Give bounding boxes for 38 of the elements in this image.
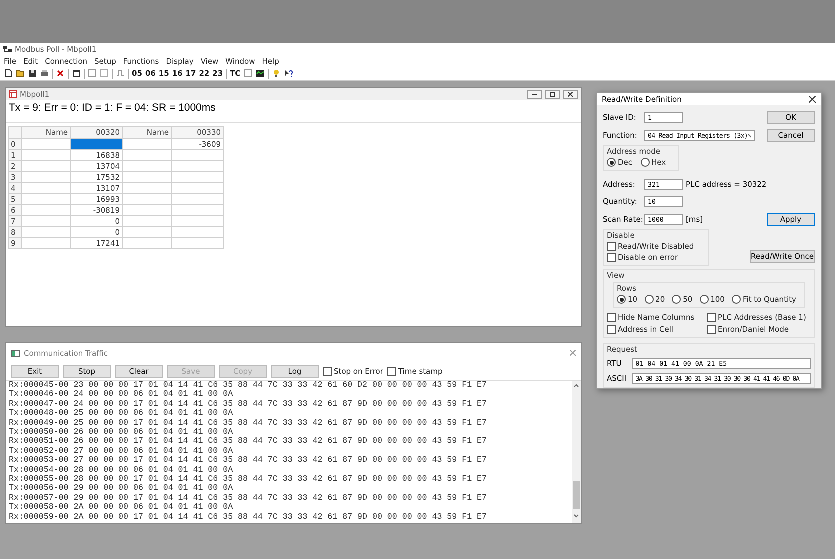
traffic-line: Rx:000053-00 27 00 00 00 17 01 04 14 41 C6 35 88 44 7C 33 33 42 61 87 9D 00 00 00 00 43 59 F1 E7 (9, 456, 488, 466)
close-icon[interactable] (56, 69, 65, 78)
traffic-line: Tx:000046-00 24 00 00 00 06 01 04 01 41 00 0A (9, 390, 234, 400)
traffic-line: Rx:000047-00 24 00 00 00 17 01 04 14 41 C6 35 88 44 7C 33 33 42 61 87 9D 00 00 00 00 43 59 F1 E7 (9, 400, 488, 410)
window-icon (11, 350, 20, 356)
pulse-icon[interactable] (116, 69, 125, 78)
app-logo-icon (3, 45, 12, 53)
traffic-line: Tx:000056-00 29 00 00 00 06 01 04 01 41 00 0A (9, 484, 234, 494)
traffic-line: Tx:000048-00 25 00 00 00 06 01 04 01 41 00 0A (9, 409, 234, 419)
traffic-line: Tx:000052-00 27 00 00 00 06 01 04 01 41 00 0A (9, 446, 234, 456)
close-icon[interactable] (809, 96, 816, 102)
traffic-line: Rx:000049-00 25 00 00 00 17 01 04 14 41 C6 35 88 44 7C 33 33 42 61 87 9D 00 00 00 00 43 59 F1 E7 (9, 418, 488, 428)
traffic-line: Tx:000054-00 28 00 00 00 06 01 04 01 41 00 0A (9, 466, 234, 476)
traffic-line: Rx:000051-00 26 00 00 00 17 01 04 14 41 C6 35 88 44 7C 33 33 42 61 87 9D 00 00 00 00 43 59 F1 E7 (9, 437, 488, 447)
maximize-button[interactable] (545, 90, 560, 98)
save-icon[interactable] (28, 69, 37, 78)
grid-icon (9, 90, 17, 98)
corner-cell (8, 126, 22, 138)
traffic-line: Tx:000050-00 26 00 00 00 06 01 04 01 41 00 0A (9, 428, 234, 438)
traffic-line: Rx:000045-00 23 00 00 00 17 01 04 14 41 C6 35 88 44 7C 33 33 42 61 60 D2 00 00 00 00 43 59 F1 E7 (9, 381, 488, 390)
traffic-line: Rx:000057-00 29 00 00 00 17 01 04 14 41 C6 35 88 44 7C 33 33 42 61 87 9D 00 00 00 00 43 59 F1 E7 (9, 494, 488, 504)
folder-icon[interactable] (16, 69, 25, 78)
window-icon[interactable] (72, 69, 81, 78)
traffic-line: Rx:000059-00 2A 00 00 00 17 01 04 14 41 C6 35 88 44 7C 33 33 42 61 87 9D 00 00 00 00 43 59 F1 E7 (9, 512, 488, 522)
close-button[interactable] (563, 90, 578, 98)
traffic-line: Tx:000058-00 2A 00 00 00 06 01 04 01 41 00 0A (9, 503, 234, 513)
status-text: Tx = 9: Err = 0: ID = 1: F = 04: SR = 1000ms (6, 100, 581, 123)
traffic-line: Rx:000055-00 28 00 00 00 17 01 04 14 41 C6 35 88 44 7C 33 33 42 61 87 9D 00 00 00 00 43 59 F1 E7 (9, 475, 488, 484)
lightbulb-icon[interactable] (272, 69, 281, 78)
scrollbar[interactable] (572, 381, 581, 523)
new-document-icon[interactable] (4, 69, 13, 78)
print-icon[interactable] (40, 69, 49, 78)
minimize-button[interactable] (527, 90, 542, 98)
minimize-icon[interactable] (532, 92, 537, 96)
maximize-icon[interactable] (550, 92, 555, 96)
chart-icon[interactable] (256, 69, 265, 78)
help-pointer-icon[interactable] (284, 69, 293, 78)
close-icon[interactable] (568, 92, 573, 96)
